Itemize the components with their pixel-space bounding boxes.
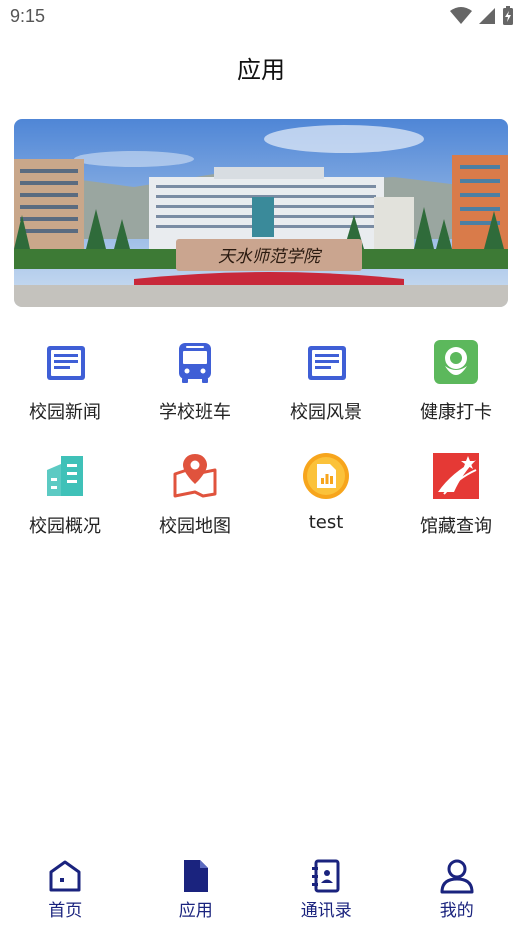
tab-label: 应用 [178, 901, 213, 921]
page-title: 应用 [237, 56, 285, 84]
app-label: 学校班车 [159, 402, 231, 423]
app-label: test [308, 512, 344, 533]
news-icon [47, 346, 85, 380]
status-time: 9:15 [10, 6, 46, 26]
app-campus-scenery[interactable]: 校园风景 [261, 338, 391, 424]
app-label: 校园地图 [159, 516, 231, 537]
app-test[interactable]: test [261, 452, 391, 533]
tab-apps[interactable]: 应用 [131, 850, 262, 928]
contacts-icon [312, 859, 340, 893]
app-campus-news[interactable]: 校园新闻 [0, 338, 130, 424]
campus-banner[interactable]: 天水师范学院 [14, 119, 508, 307]
app-campus-overview[interactable]: 校园概况 [0, 452, 130, 538]
chart-icon [303, 453, 349, 499]
tab-contacts[interactable]: 通讯录 [261, 850, 392, 928]
campus-photo: 天水师范学院 [14, 119, 508, 307]
health-checkin-icon [434, 340, 478, 384]
person-icon [440, 859, 474, 894]
tab-label: 首页 [48, 901, 83, 921]
app-label: 校园新闻 [29, 402, 101, 423]
status-icons [450, 6, 514, 26]
scenery-icon [308, 346, 346, 380]
app-label: 校园风景 [290, 402, 362, 423]
tab-label: 通讯录 [300, 901, 352, 921]
document-icon [183, 860, 208, 892]
library-search-icon [433, 453, 479, 499]
app-campus-map[interactable]: 校园地图 [130, 452, 260, 538]
app-label: 健康打卡 [420, 402, 492, 423]
tab-home[interactable]: 首页 [0, 850, 131, 928]
app-label: 馆藏查询 [420, 516, 492, 537]
bottom-tab-bar: 首页 应用 通讯录 我的 [0, 850, 522, 928]
home-icon [49, 860, 81, 892]
status-bar: 9:15 [0, 0, 522, 36]
app-label: 校园概况 [29, 516, 101, 537]
wifi-icon [450, 7, 472, 24]
banner-sign-text: 天水师范学院 [218, 247, 323, 267]
app-health-checkin[interactable]: 健康打卡 [391, 338, 521, 424]
campus-overview-icon [47, 456, 83, 496]
battery-icon [503, 6, 513, 25]
app-school-bus[interactable]: 学校班车 [130, 338, 260, 424]
signal-icon [479, 8, 495, 24]
map-icon [173, 454, 217, 498]
app-library-search[interactable]: 馆藏查询 [391, 452, 521, 538]
bus-icon [179, 343, 211, 383]
tab-profile[interactable]: 我的 [392, 850, 522, 928]
tab-label: 我的 [439, 901, 474, 921]
